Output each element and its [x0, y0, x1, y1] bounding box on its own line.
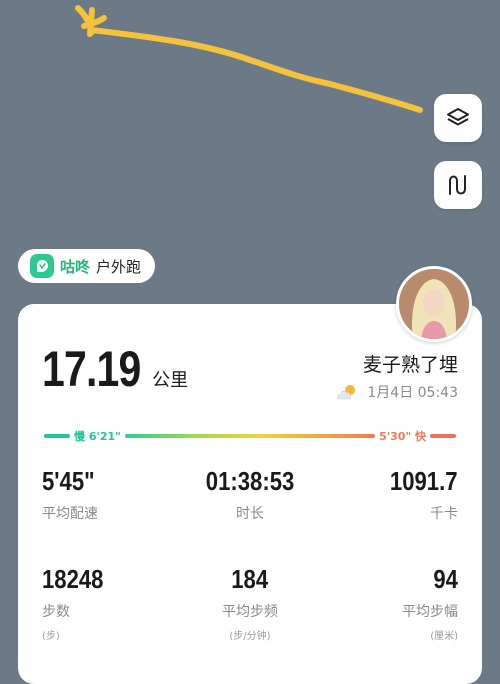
brand-badge: 咕咚 户外跑 [18, 249, 156, 283]
distance: 17.19 公里 [42, 340, 188, 398]
stat-value: 01:38:53 [205, 466, 295, 496]
date-row: 1月4日 05:43 [335, 382, 458, 402]
pace-gradient [124, 434, 376, 438]
stat-label: 千卡 [430, 506, 458, 522]
stat-value: 94 [433, 564, 458, 594]
stat-value: 184 [231, 564, 269, 594]
pace-bar-slow-segment [44, 434, 70, 438]
pace-bar: 慢 6'21" 5'30" 快 [44, 429, 456, 443]
stat-steps: 18248 步数 (步) [42, 564, 192, 642]
stat-duration: 01:38:53 时长 [175, 466, 325, 523]
activity-type: 户外跑 [96, 257, 142, 276]
distance-unit: 公里 [152, 370, 189, 391]
pace-bar-fast-segment [430, 434, 456, 438]
stat-calories: 1091.7 千卡 [308, 466, 458, 523]
stat-unit: (厘米) [430, 631, 458, 642]
stat-label: 时长 [236, 506, 264, 522]
stat-label: 步数 [42, 604, 70, 620]
pace-fast-label: 5'30" 快 [379, 430, 426, 443]
stat-value: 1091.7 [390, 466, 458, 496]
distance-value: 17.19 [42, 341, 141, 397]
stat-unit: (步/分钟) [229, 631, 271, 642]
stat-label: 平均步频 [222, 604, 278, 620]
stat-label: 平均步幅 [402, 604, 458, 620]
stat-stride: 94 平均步幅 (厘米) [308, 564, 458, 642]
avatar-photo [399, 269, 469, 339]
workout-summary-card: 17.19 公里 麦子熟了埋 1月4日 05:43 慢 6'21" 5'30" … [18, 304, 482, 684]
stat-value: 5'45" [42, 466, 95, 496]
brand-name: 咕咚 [60, 257, 91, 276]
route-icon [449, 175, 466, 195]
stat-unit: (步) [42, 631, 60, 642]
activity-date: 1月4日 05:43 [367, 385, 458, 401]
avatar[interactable] [396, 266, 472, 342]
stat-label: 平均配速 [42, 506, 98, 522]
stat-cadence: 184 平均步频 (步/分钟) [175, 564, 325, 642]
stat-avg-pace: 5'45" 平均配速 [42, 466, 192, 523]
partly-cloudy-icon [337, 385, 356, 400]
map-layers-button[interactable] [434, 94, 482, 142]
user-name[interactable]: 麦子熟了埋 [363, 350, 458, 377]
pace-slow-label: 慢 6'21" [74, 430, 121, 443]
route-toggle-button[interactable] [434, 161, 482, 209]
stat-value: 18248 [42, 564, 104, 594]
layers-icon [447, 108, 469, 126]
codoon-logo-icon [30, 254, 54, 278]
